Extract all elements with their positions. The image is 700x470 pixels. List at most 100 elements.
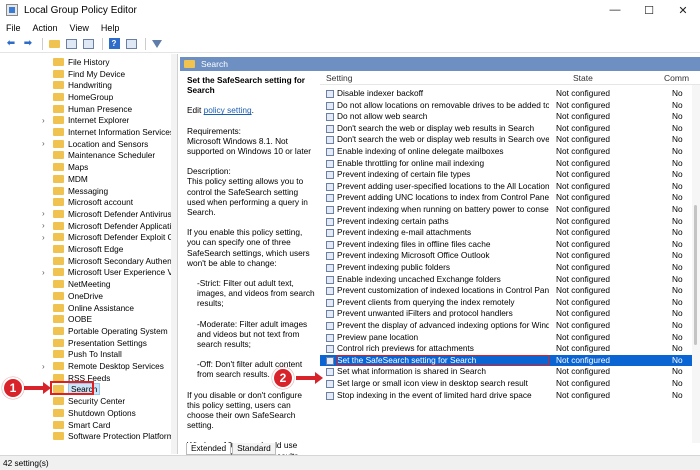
setting-row[interactable]: Prevent unwanted iFilters and protocol h…	[320, 308, 692, 320]
tree-item[interactable]: Messaging	[0, 185, 177, 197]
tree-item[interactable]: OOBE	[0, 313, 177, 325]
column-comment[interactable]: Comm	[664, 73, 689, 83]
close-button[interactable]: ✕	[666, 0, 700, 20]
setting-name: Set the SafeSearch setting for Search	[337, 354, 549, 367]
setting-row[interactable]: Enable indexing uncached Exchange folder…	[320, 274, 692, 286]
setting-comment: No	[672, 204, 683, 214]
tab-standard[interactable]: Standard	[232, 443, 276, 455]
setting-row[interactable]: Prevent indexing e-mail attachments Not c…	[320, 227, 692, 239]
setting-row[interactable]: Enable throttling for online mail indexi…	[320, 158, 692, 170]
tree-item[interactable]: Software Protection Platform	[0, 430, 177, 442]
setting-row[interactable]: Set the SafeSearch setting for Search Not…	[320, 354, 692, 367]
tree-item[interactable]: HomeGroup	[0, 91, 177, 103]
tree-item[interactable]: Smart Card	[0, 419, 177, 431]
tree-item[interactable]: › Microsoft Defender Applicatio	[0, 220, 177, 232]
tree-item[interactable]: Maintenance Scheduler	[0, 150, 177, 162]
tree-item[interactable]: Microsoft Edge	[0, 243, 177, 255]
setting-row[interactable]: Disable indexer backoff Not configured No	[320, 88, 692, 100]
setting-row[interactable]: Set large or small icon view in desktop …	[320, 378, 692, 390]
folder-icon	[53, 57, 64, 66]
edit-policy-link[interactable]: policy setting	[204, 105, 252, 115]
menu-help[interactable]: Help	[95, 23, 126, 33]
tree-item[interactable]: Maps	[0, 161, 177, 173]
maximize-button[interactable]: ☐	[632, 0, 666, 20]
setting-row[interactable]: Do not allow web search Not configured No	[320, 111, 692, 123]
tree-item[interactable]: Security Center	[0, 395, 177, 407]
up-folder-icon[interactable]	[47, 37, 61, 51]
tree-item[interactable]: Handwriting	[0, 79, 177, 91]
show-hide-tree-icon[interactable]	[64, 37, 78, 51]
setting-row[interactable]: Preview pane location Not configured No	[320, 332, 692, 344]
setting-row[interactable]: Prevent indexing of certain file types No…	[320, 169, 692, 181]
properties-icon[interactable]	[124, 37, 138, 51]
tree-item[interactable]: Portable Operating System	[0, 325, 177, 337]
tree-item[interactable]: Microsoft account	[0, 196, 177, 208]
minimize-button[interactable]: —	[598, 0, 632, 20]
setting-row[interactable]: Prevent indexing certain paths Not config…	[320, 216, 692, 228]
menu-action[interactable]: Action	[27, 23, 64, 33]
back-arrow-icon[interactable]: ⬅	[4, 37, 18, 51]
setting-row[interactable]: Prevent adding UNC locations to index fr…	[320, 192, 692, 204]
setting-row[interactable]: Set what information is shared in Search…	[320, 366, 692, 378]
tree-scrollbar[interactable]	[171, 54, 177, 454]
tree-item[interactable]: › Internet Explorer	[0, 115, 177, 127]
setting-row[interactable]: Prevent adding user-specified locations …	[320, 181, 692, 193]
tree-item[interactable]: Presentation Settings	[0, 337, 177, 349]
setting-row[interactable]: Prevent indexing Microsoft Office Outloo…	[320, 250, 692, 262]
expand-chevron-icon[interactable]: ›	[42, 233, 50, 242]
tree-item[interactable]: Human Presence	[0, 103, 177, 115]
tree-item[interactable]: › Microsoft User Experience Virt	[0, 267, 177, 279]
setting-row[interactable]: Control rich previews for attachments Not…	[320, 343, 692, 355]
expand-chevron-icon[interactable]: ›	[42, 268, 50, 277]
tree-item[interactable]: Shutdown Options	[0, 407, 177, 419]
tree-item[interactable]: › Microsoft Defender Exploit Gu	[0, 232, 177, 244]
tree-item[interactable]: Microsoft Secondary Authent	[0, 255, 177, 267]
description-paragraph-2: If you enable this policy setting, you c…	[187, 227, 310, 268]
setting-row[interactable]: Prevent indexing when running on battery…	[320, 204, 692, 216]
tree-item[interactable]: MDM	[0, 173, 177, 185]
expand-chevron-icon[interactable]: ›	[42, 221, 50, 230]
setting-comment: No	[672, 192, 683, 203]
tree-item[interactable]: › Remote Desktop Services	[0, 360, 177, 372]
setting-row[interactable]: Prevent the display of advanced indexing…	[320, 320, 692, 332]
menu-view[interactable]: View	[64, 23, 95, 33]
setting-row[interactable]: Stop indexing in the event of limited ha…	[320, 390, 692, 402]
list-scrollbar-thumb[interactable]	[694, 205, 697, 345]
tree-item[interactable]: OneDrive	[0, 290, 177, 302]
setting-row[interactable]: Don't search the web or display web resu…	[320, 134, 692, 146]
tree-item[interactable]: Internet Information Services	[0, 126, 177, 138]
setting-row[interactable]: Prevent customization of indexed locatio…	[320, 285, 692, 297]
setting-comment: No	[672, 146, 683, 156]
list-scrollbar[interactable]	[692, 85, 700, 443]
forward-arrow-icon[interactable]: ➡	[21, 37, 35, 51]
expand-chevron-icon[interactable]: ›	[42, 209, 50, 218]
tree-item[interactable]: › Location and Sensors	[0, 138, 177, 150]
tab-extended[interactable]: Extended	[186, 443, 232, 455]
expand-chevron-icon[interactable]: ›	[42, 116, 50, 125]
export-list-icon[interactable]	[81, 37, 95, 51]
pane-header: Search	[180, 57, 700, 71]
menu-file[interactable]: File	[0, 23, 27, 33]
tree-item[interactable]: NetMeeting	[0, 278, 177, 290]
setting-row[interactable]: Do not allow locations on removable driv…	[320, 100, 692, 112]
tree-item[interactable]: Online Assistance	[0, 302, 177, 314]
policy-setting-icon	[326, 345, 334, 354]
setting-row[interactable]: Enable indexing of online delegate mailb…	[320, 146, 692, 158]
column-state[interactable]: State	[573, 73, 593, 83]
setting-row[interactable]: Prevent indexing public folders Not confi…	[320, 262, 692, 274]
filter-icon[interactable]	[150, 37, 164, 51]
policy-setting-icon	[326, 333, 334, 342]
tree-item[interactable]: Find My Device	[0, 68, 177, 80]
folder-icon	[53, 139, 64, 148]
expand-chevron-icon[interactable]: ›	[42, 139, 50, 148]
setting-row[interactable]: Don't search the web or display web resu…	[320, 123, 692, 135]
tree-item[interactable]: Push To Install	[0, 349, 177, 361]
expand-chevron-icon[interactable]: ›	[42, 362, 50, 371]
column-setting[interactable]: Setting	[326, 73, 352, 83]
setting-row[interactable]: Prevent indexing files in offline files …	[320, 239, 692, 251]
tree-item[interactable]: File History	[0, 56, 177, 68]
setting-row[interactable]: Prevent clients from querying the index …	[320, 297, 692, 309]
tree-item[interactable]: › Microsoft Defender Antivirus	[0, 208, 177, 220]
tree-item-label: MDM	[68, 173, 88, 184]
help-icon[interactable]: ?	[107, 37, 121, 51]
